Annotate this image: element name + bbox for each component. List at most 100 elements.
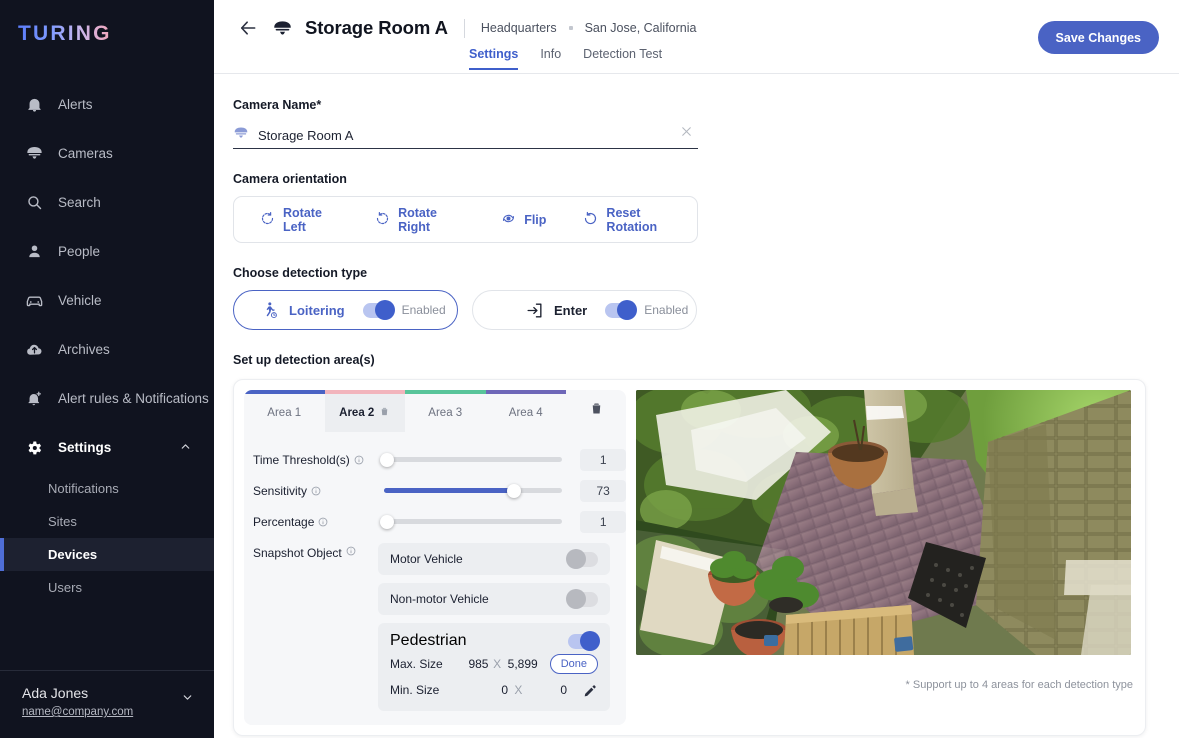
- back-arrow-icon[interactable]: [236, 16, 260, 40]
- sidebar-item-sites[interactable]: Sites: [0, 505, 214, 538]
- sidebar-subitem-label: Notifications: [48, 481, 119, 496]
- flip-button[interactable]: Flip: [476, 211, 560, 229]
- sensitivity-slider[interactable]: [384, 488, 562, 493]
- time-threshold-value[interactable]: 1: [580, 449, 626, 471]
- info-icon[interactable]: [318, 517, 328, 527]
- non-motor-vehicle-toggle[interactable]: [568, 592, 598, 607]
- sidebar-item-label: Search: [58, 195, 101, 210]
- sidebar-item-archives[interactable]: Archives: [0, 325, 214, 374]
- sidebar-item-vehicle[interactable]: Vehicle: [0, 276, 214, 325]
- chevron-down-icon[interactable]: [181, 691, 194, 709]
- area-tab-3[interactable]: Area 3: [405, 390, 486, 432]
- slider-row-percentage: Percentage 1: [244, 506, 626, 537]
- info-icon[interactable]: [311, 486, 321, 496]
- sidebar-item-label: Alert rules & Notifications: [58, 391, 209, 406]
- area-tab-label: Area 2: [339, 407, 374, 419]
- loitering-toggle[interactable]: [363, 303, 393, 318]
- slider-label: Sensitivity: [253, 484, 384, 498]
- max-size-label: Max. Size: [390, 657, 460, 671]
- sidebar-item-users[interactable]: Users: [0, 571, 214, 604]
- slider-thumb[interactable]: [507, 484, 521, 498]
- flip-icon: [501, 211, 516, 229]
- slider-row-sensitivity: Sensitivity 73: [244, 475, 626, 506]
- user-email[interactable]: name@company.com: [22, 706, 133, 718]
- clear-icon[interactable]: [679, 124, 694, 144]
- rotate-left-label: Rotate Left: [283, 206, 339, 234]
- slider-row-time-threshold: Time Threshold(s) 1: [244, 444, 626, 475]
- sidebar-item-notifications[interactable]: Notifications: [0, 472, 214, 505]
- camera-name-value[interactable]: Storage Room A: [258, 128, 353, 143]
- snapshot-object-label: Snapshot Object: [253, 543, 378, 711]
- slider-thumb[interactable]: [380, 453, 394, 467]
- car-icon: [24, 291, 44, 311]
- area-tab-4[interactable]: Area 4: [486, 390, 567, 432]
- detection-card-loitering[interactable]: Loitering Enabled: [233, 290, 458, 330]
- rotate-left-button[interactable]: Rotate Left: [234, 206, 353, 234]
- min-size-width[interactable]: 0: [473, 683, 508, 697]
- info-icon[interactable]: [346, 546, 356, 556]
- area-tab-label: Area 1: [267, 407, 301, 419]
- camera-preview-column: * Support up to 4 areas for each detecti…: [636, 390, 1135, 725]
- sidebar-item-alert-rules[interactable]: Alert rules & Notifications: [0, 374, 214, 423]
- sidebar-item-label: People: [58, 244, 100, 259]
- max-size-row: Max. Size 985 X 5,899 Done: [390, 651, 598, 677]
- sidebar-user-footer[interactable]: Ada Jones name@company.com: [0, 670, 214, 738]
- pedestrian-header: Pedestrian: [390, 631, 598, 651]
- snapshot-label-text: Snapshot Object: [253, 546, 342, 560]
- min-size-label: Min. Size: [390, 683, 473, 697]
- pedestrian-toggle[interactable]: [568, 634, 598, 649]
- info-icon[interactable]: [354, 455, 364, 465]
- time-threshold-slider[interactable]: [384, 457, 562, 462]
- sidebar-item-settings[interactable]: Settings: [0, 423, 214, 472]
- enter-toggle[interactable]: [605, 303, 635, 318]
- breadcrumb-location[interactable]: San Jose, California: [585, 21, 697, 35]
- sidebar: TURING Alerts Cameras Search: [0, 0, 214, 738]
- sidebar-item-label: Alerts: [58, 97, 93, 112]
- sidebar-item-alerts[interactable]: Alerts: [0, 80, 214, 129]
- pencil-icon[interactable]: [583, 683, 598, 698]
- user-name: Ada Jones: [22, 685, 192, 701]
- detection-card-enter[interactable]: Enter Enabled: [472, 290, 697, 330]
- snapshot-item-motor-vehicle[interactable]: Motor Vehicle: [378, 543, 610, 575]
- sidebar-item-devices[interactable]: Devices: [0, 538, 214, 571]
- delete-all-areas-button[interactable]: [566, 390, 626, 432]
- tab-settings[interactable]: Settings: [469, 47, 518, 70]
- save-changes-button[interactable]: Save Changes: [1038, 21, 1159, 54]
- done-button[interactable]: Done: [550, 654, 598, 674]
- toggle-knob: [566, 589, 586, 609]
- detection-area-label: Set up detection area(s): [233, 353, 1179, 367]
- trash-icon[interactable]: [379, 404, 390, 422]
- min-size-row: Min. Size 0 X 0: [390, 677, 598, 703]
- sensitivity-value[interactable]: 73: [580, 480, 626, 502]
- tab-info[interactable]: Info: [540, 47, 561, 70]
- cloud-upload-icon: [24, 340, 44, 360]
- sidebar-subitem-label: Users: [48, 580, 82, 595]
- max-size-height[interactable]: 5,899: [506, 657, 538, 671]
- preview-frame: [636, 390, 1131, 655]
- rotate-left-icon: [260, 211, 275, 229]
- percentage-value[interactable]: 1: [580, 511, 626, 533]
- min-size-height[interactable]: 0: [529, 683, 567, 697]
- area-tab-2[interactable]: Area 2: [325, 390, 406, 432]
- sidebar-item-search[interactable]: Search: [0, 178, 214, 227]
- flip-label: Flip: [524, 213, 546, 227]
- reset-rotation-button[interactable]: Reset Rotation: [560, 206, 697, 234]
- slider-label-text: Percentage: [253, 515, 314, 529]
- sidebar-item-people[interactable]: People: [0, 227, 214, 276]
- sidebar-item-cameras[interactable]: Cameras: [0, 129, 214, 178]
- max-size-width[interactable]: 985: [460, 657, 489, 671]
- percentage-slider[interactable]: [384, 519, 562, 524]
- camera-name-input[interactable]: Storage Room A: [233, 122, 698, 149]
- camera-preview-video[interactable]: [636, 390, 1131, 655]
- slider-thumb[interactable]: [380, 515, 394, 529]
- rotate-right-button[interactable]: Rotate Right: [353, 206, 476, 234]
- breadcrumb-site[interactable]: Headquarters: [481, 21, 557, 35]
- sidebar-item-label: Vehicle: [58, 293, 102, 308]
- page-title: Storage Room A: [305, 17, 448, 39]
- area-tab-1[interactable]: Area 1: [244, 390, 325, 432]
- motor-vehicle-toggle[interactable]: [568, 552, 598, 567]
- sidebar-nav: Alerts Cameras Search People: [0, 80, 214, 604]
- snapshot-item-non-motor-vehicle[interactable]: Non-motor Vehicle: [378, 583, 610, 615]
- camera-dome-icon: [272, 18, 293, 39]
- tab-detection-test[interactable]: Detection Test: [583, 47, 662, 70]
